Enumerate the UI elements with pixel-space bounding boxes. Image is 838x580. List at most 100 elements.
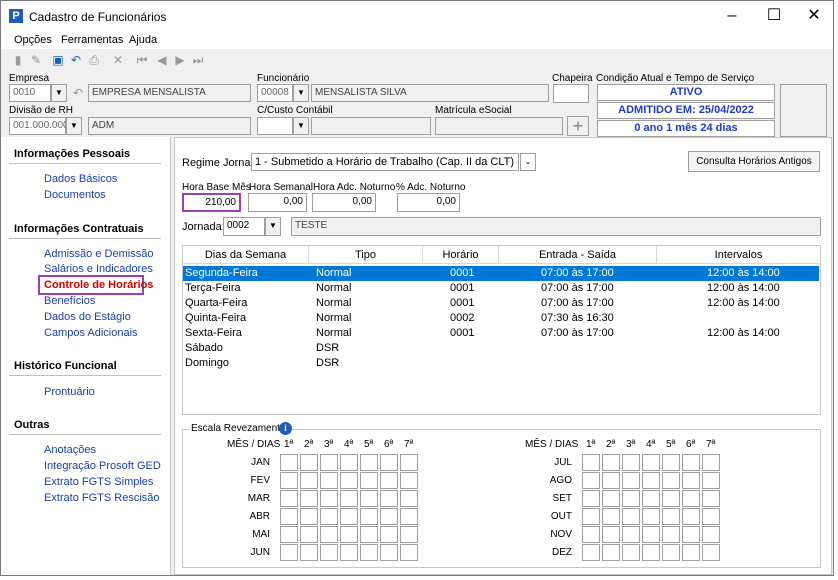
escala-cell[interactable]: [360, 472, 378, 489]
escala-cell[interactable]: [360, 454, 378, 471]
escala-cell[interactable]: [662, 508, 680, 525]
escala-cell[interactable]: [642, 526, 660, 543]
escala-cell[interactable]: [702, 508, 720, 525]
escala-cell[interactable]: [400, 508, 418, 525]
escala-cell[interactable]: [360, 508, 378, 525]
escala-cell[interactable]: [380, 508, 398, 525]
table-row[interactable]: Domingo DSR: [183, 356, 819, 371]
escala-cell[interactable]: [602, 472, 620, 489]
escala-cell[interactable]: [662, 472, 680, 489]
escala-cell[interactable]: [702, 526, 720, 543]
escala-cell[interactable]: [702, 472, 720, 489]
escala-cell[interactable]: [582, 472, 600, 489]
escala-cell[interactable]: [300, 472, 318, 489]
edit-icon[interactable]: ✎: [29, 53, 43, 67]
table-row[interactable]: Sábado DSR: [183, 341, 819, 356]
escala-cell[interactable]: [320, 490, 338, 507]
escala-cell[interactable]: [380, 490, 398, 507]
escala-cell[interactable]: [662, 454, 680, 471]
photo-box[interactable]: [780, 84, 827, 137]
escala-cell[interactable]: [280, 454, 298, 471]
funcionario-dropdown[interactable]: ▼: [293, 84, 309, 102]
escala-cell[interactable]: [340, 544, 358, 561]
escala-cell[interactable]: [300, 454, 318, 471]
delete-icon[interactable]: ✕: [111, 53, 125, 67]
divisao-dropdown[interactable]: ▼: [66, 117, 82, 135]
escala-cell[interactable]: [320, 508, 338, 525]
escala-cell[interactable]: [300, 508, 318, 525]
escala-cell[interactable]: [662, 544, 680, 561]
sidebar-item-extrato-fgts-simples[interactable]: Extrato FGTS Simples: [44, 476, 153, 488]
escala-cell[interactable]: [702, 454, 720, 471]
escala-cell[interactable]: [320, 472, 338, 489]
menu-opcoes[interactable]: Opções: [14, 34, 52, 46]
escala-cell[interactable]: [602, 544, 620, 561]
col-dias-semana[interactable]: Dias da Semana: [183, 246, 309, 264]
menu-ferramentas[interactable]: Ferramentas: [61, 34, 123, 46]
escala-cell[interactable]: [320, 544, 338, 561]
sidebar-item-admissao-demissao[interactable]: Admissão e Demissão: [44, 248, 153, 260]
regime-select[interactable]: 1 - Submetido a Horário de Trabalho (Cap…: [251, 153, 519, 171]
escala-cell[interactable]: [682, 454, 700, 471]
escala-cell[interactable]: [400, 490, 418, 507]
escala-cell[interactable]: [642, 454, 660, 471]
sidebar-item-dados-estagio[interactable]: Dados do Estágio: [44, 311, 131, 323]
escala-cell[interactable]: [340, 508, 358, 525]
regime-dropdown-icon[interactable]: ⌄: [520, 153, 536, 171]
print-icon[interactable]: ⎙: [87, 53, 101, 67]
escala-cell[interactable]: [340, 454, 358, 471]
perc-adc-noturno-field[interactable]: 0,00: [397, 193, 460, 212]
previous-record-icon[interactable]: ◀: [155, 53, 169, 67]
chapeira-field[interactable]: [553, 84, 589, 103]
divisao-code-field[interactable]: 001.000.000: [9, 117, 69, 135]
hora-adc-noturno-field[interactable]: 0,00: [312, 193, 376, 212]
add-button[interactable]: +: [567, 116, 589, 136]
escala-cell[interactable]: [380, 544, 398, 561]
sidebar-item-prontuario[interactable]: Prontuário: [44, 386, 95, 398]
escala-cell[interactable]: [702, 544, 720, 561]
close-button[interactable]: ✕: [797, 5, 831, 27]
escala-cell[interactable]: [642, 472, 660, 489]
col-entrada-saida[interactable]: Entrada - Saída: [499, 246, 657, 264]
escala-cell[interactable]: [400, 526, 418, 543]
consulta-horarios-button[interactable]: Consulta Horários Antigos: [688, 151, 820, 172]
empresa-code-field[interactable]: 0010: [9, 84, 51, 102]
escala-cell[interactable]: [622, 544, 640, 561]
escala-cell[interactable]: [582, 526, 600, 543]
escala-cell[interactable]: [380, 472, 398, 489]
escala-cell[interactable]: [280, 544, 298, 561]
escala-cell[interactable]: [682, 508, 700, 525]
sidebar-item-controle-horarios[interactable]: Controle de Horários: [44, 279, 153, 291]
col-intervalos[interactable]: Intervalos: [657, 246, 820, 264]
escala-cell[interactable]: [280, 490, 298, 507]
col-tipo[interactable]: Tipo: [309, 246, 423, 264]
next-record-icon[interactable]: ▶: [173, 53, 187, 67]
escala-cell[interactable]: [400, 454, 418, 471]
last-record-icon[interactable]: ⏭: [191, 53, 205, 67]
table-row[interactable]: Terça-Feira Normal 0001 07:00 às 17:00 12:00…: [183, 281, 819, 296]
escala-cell[interactable]: [602, 454, 620, 471]
escala-cell[interactable]: [682, 490, 700, 507]
escala-cell[interactable]: [300, 526, 318, 543]
escala-cell[interactable]: [360, 544, 378, 561]
empresa-lookup-icon[interactable]: ↶: [71, 86, 85, 100]
escala-cell[interactable]: [582, 508, 600, 525]
escala-cell[interactable]: [622, 472, 640, 489]
escala-cell[interactable]: [642, 490, 660, 507]
info-icon[interactable]: i: [279, 422, 292, 435]
sidebar-item-documentos[interactable]: Documentos: [44, 189, 106, 201]
escala-cell[interactable]: [622, 526, 640, 543]
escala-cell[interactable]: [360, 490, 378, 507]
funcionario-code-field[interactable]: 00008: [257, 84, 293, 102]
escala-cell[interactable]: [320, 454, 338, 471]
escala-cell[interactable]: [300, 490, 318, 507]
escala-cell[interactable]: [602, 490, 620, 507]
escala-cell[interactable]: [300, 544, 318, 561]
jornada-code-field[interactable]: 0002: [223, 217, 265, 236]
table-row[interactable]: Sexta-Feira Normal 0001 07:00 às 17:00 12:00…: [183, 326, 819, 341]
undo-icon[interactable]: ↶: [69, 53, 83, 67]
ccusto-dropdown[interactable]: ▼: [293, 117, 309, 135]
escala-cell[interactable]: [340, 472, 358, 489]
minimize-button[interactable]: –: [715, 5, 749, 27]
sidebar-item-extrato-fgts-rescisao[interactable]: Extrato FGTS Rescisão: [44, 492, 160, 504]
